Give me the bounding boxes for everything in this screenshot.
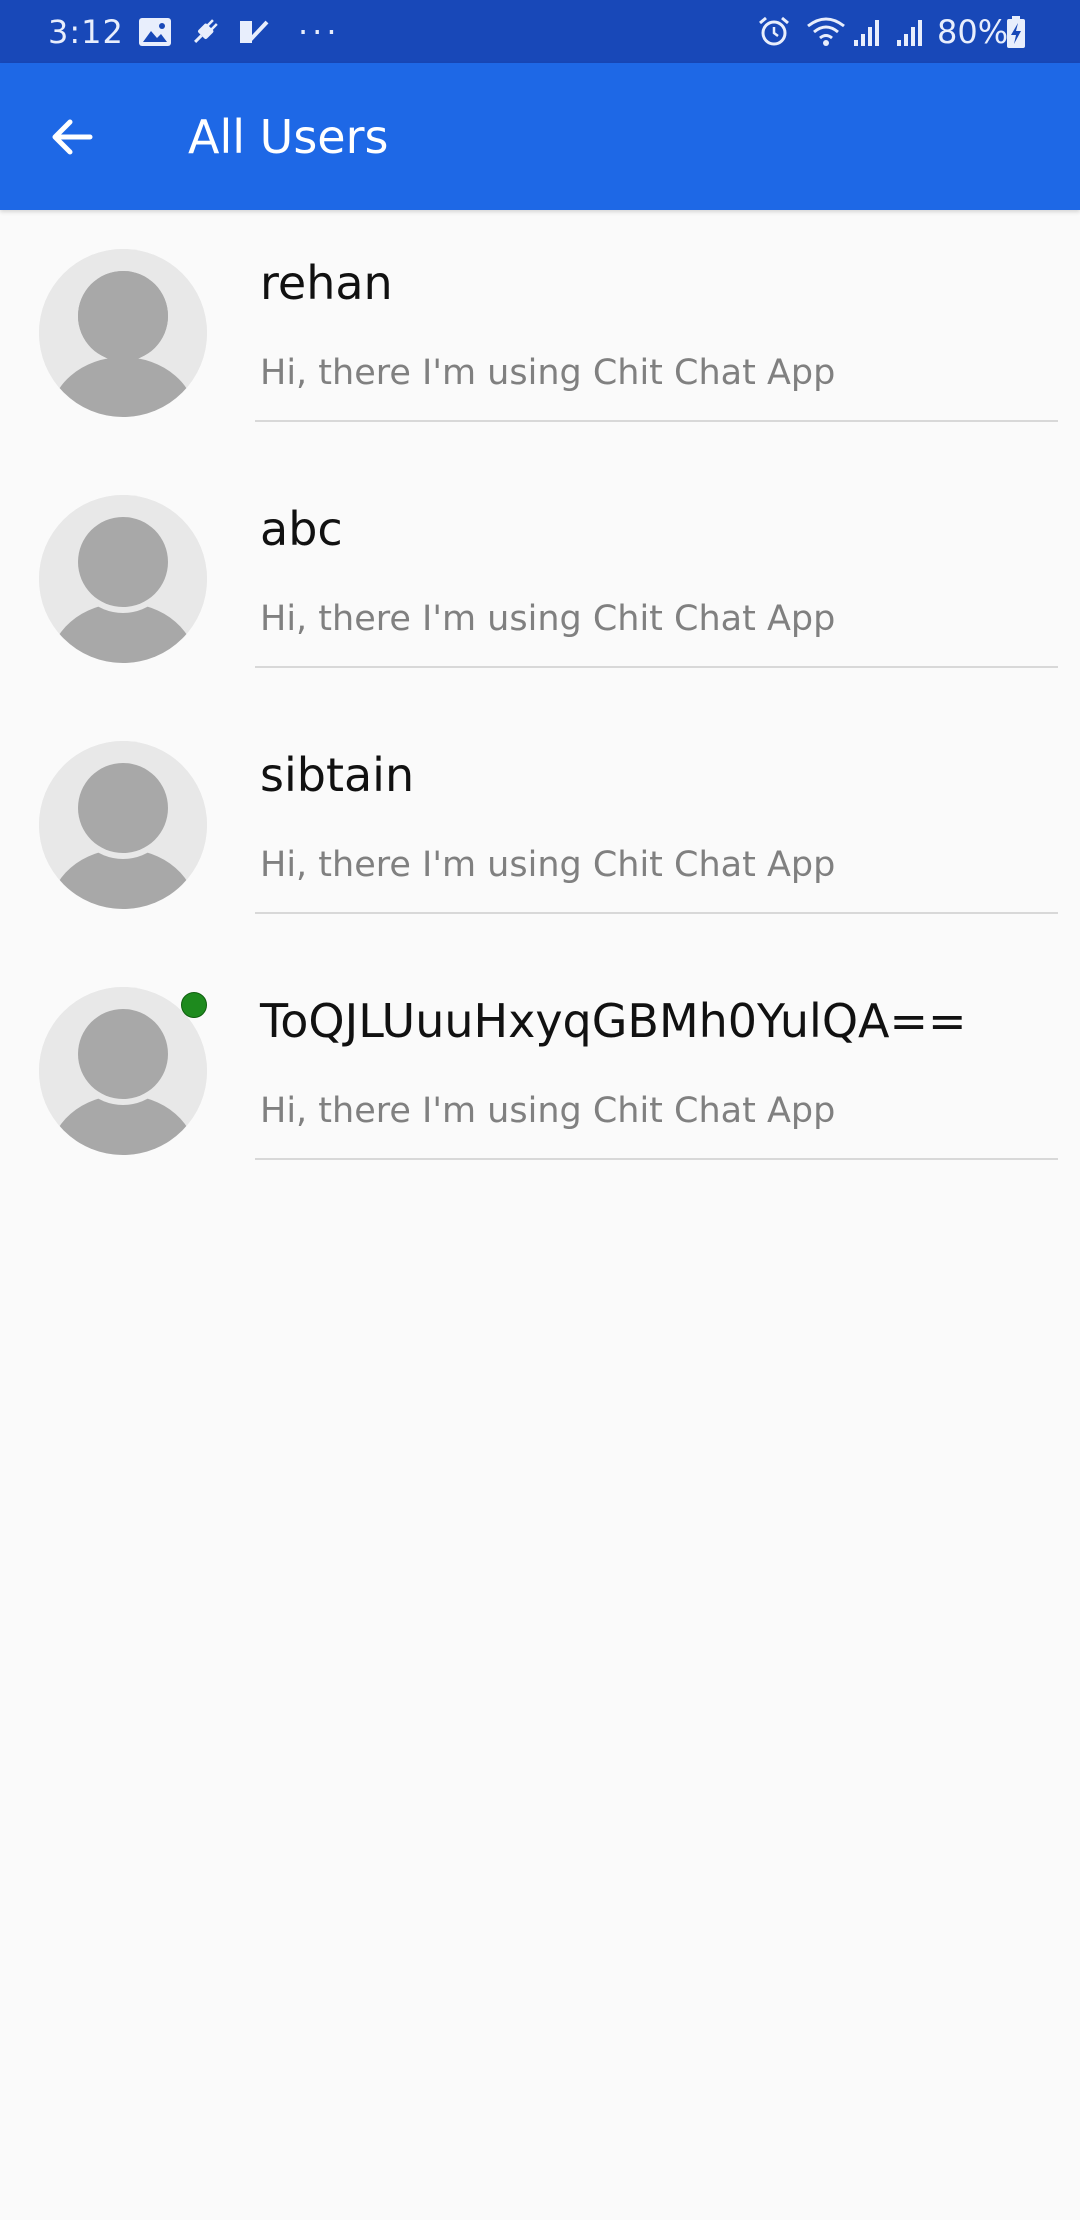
user-status: Hi, there I'm using Chit Chat App (260, 599, 836, 639)
user-status: Hi, there I'm using Chit Chat App (260, 1091, 836, 1131)
default-user-icon (39, 249, 207, 417)
avatar[interactable] (39, 741, 207, 909)
divider (255, 666, 1058, 668)
online-status-icon (181, 992, 207, 1018)
avatar[interactable] (39, 249, 207, 417)
signal-icon (895, 0, 927, 63)
more-icon: ··· (298, 12, 341, 51)
signal-icon (852, 0, 884, 63)
default-user-icon (39, 741, 207, 909)
wifi-icon (806, 0, 846, 63)
back-button[interactable] (40, 105, 104, 169)
default-user-icon (39, 987, 207, 1155)
app-bar: All Users (0, 63, 1080, 210)
avatar[interactable] (39, 495, 207, 663)
status-time: 3:12 (48, 12, 124, 51)
status-bar: 3:12 ··· 80% (0, 0, 1080, 63)
default-user-icon (39, 495, 207, 663)
divider (255, 912, 1058, 914)
user-status: Hi, there I'm using Chit Chat App (260, 845, 836, 885)
user-status: Hi, there I'm using Chit Chat App (260, 353, 836, 393)
divider (255, 1158, 1058, 1160)
user-list-item[interactable]: abc Hi, there I'm using Chit Chat App (0, 456, 1080, 702)
battery-percent: 80% (937, 12, 1009, 51)
check-icon (238, 0, 270, 63)
alarm-icon (757, 0, 791, 63)
usb-plug-icon (188, 0, 222, 63)
user-name: abc (260, 502, 343, 556)
arrow-back-icon (52, 119, 93, 155)
user-list-item[interactable]: sibtain Hi, there I'm using Chit Chat Ap… (0, 702, 1080, 948)
battery-charging-icon (1005, 0, 1027, 63)
avatar[interactable] (39, 987, 207, 1155)
user-name: rehan (260, 256, 393, 310)
user-list-item[interactable]: ToQJLUuuHxyqGBMh0YulQA== Hi, there I'm u… (0, 948, 1080, 1194)
user-name: ToQJLUuuHxyqGBMh0YulQA== (260, 994, 967, 1048)
user-list: rehan Hi, there I'm using Chit Chat App … (0, 210, 1080, 1194)
divider (255, 420, 1058, 422)
page-title: All Users (188, 109, 389, 164)
photo-icon (138, 0, 172, 63)
user-list-item[interactable]: rehan Hi, there I'm using Chit Chat App (0, 210, 1080, 456)
user-name: sibtain (260, 748, 415, 802)
